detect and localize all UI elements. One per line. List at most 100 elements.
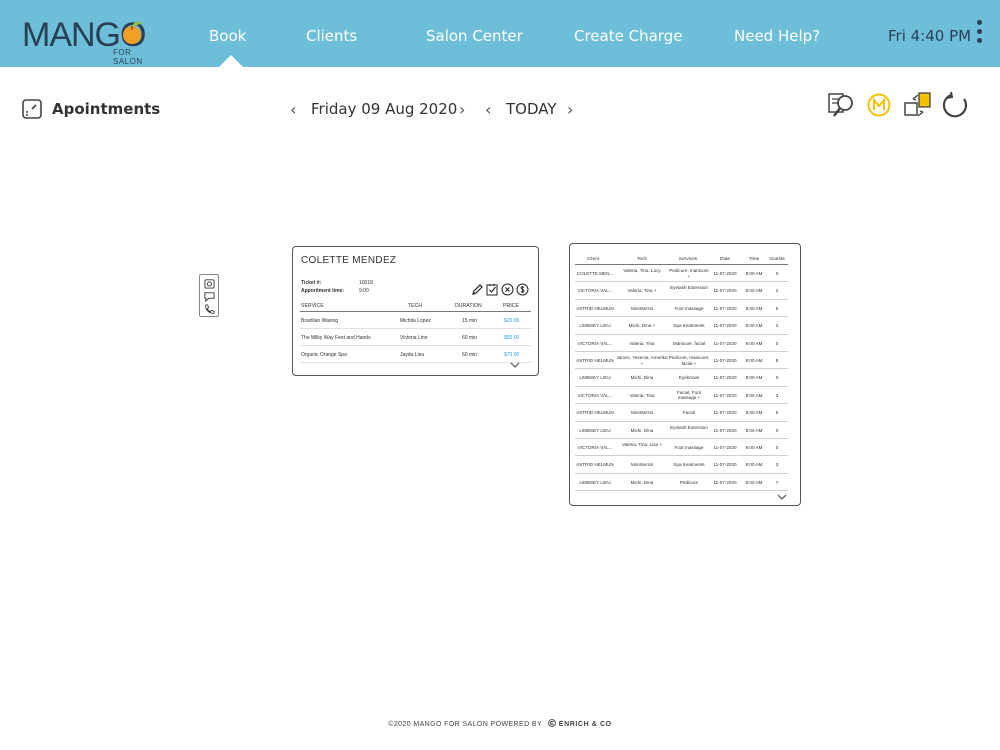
appointment-row[interactable]: COLETTE MEN... Valeria, Tina, Lucy Pedicur… xyxy=(575,265,788,283)
appointment-services: Pedicure, manicure + xyxy=(669,268,709,279)
next-day-chevron-icon[interactable]: › xyxy=(459,100,465,119)
more-menu-icon[interactable] xyxy=(975,20,983,48)
today-prev-chevron-icon[interactable]: ‹ xyxy=(485,100,491,119)
active-nav-indicator xyxy=(219,55,243,67)
appointment-tech: Montserrat xyxy=(631,410,653,416)
page-title: Apointments xyxy=(52,100,161,118)
appointment-date: 11-07-2020 xyxy=(713,445,737,450)
appointment-guests: 0 xyxy=(775,375,779,381)
appointment-client: LIMBSEY LIEU xyxy=(579,427,611,433)
mango-logo[interactable]: MANGO FOR SALON xyxy=(22,12,152,66)
appointment-tech: Valeria, Tina xyxy=(629,340,655,346)
appointment-services: Pedicure, manicure, facial + xyxy=(668,355,710,366)
appointment-client: ASTRID HELMUN xyxy=(576,305,614,311)
service-tech: Jayda Lieu xyxy=(400,352,425,358)
service-duration: 60 min xyxy=(462,352,478,358)
checkin-calendar-icon[interactable] xyxy=(486,283,499,296)
calendar-clock-icon xyxy=(22,99,42,119)
service-name: Brazilian Waxing xyxy=(301,318,339,324)
service-row[interactable]: Brazilian Waxing Michita Lopez 15 min $2… xyxy=(300,312,531,329)
nav-salon-center[interactable]: Salon Center xyxy=(426,27,523,47)
current-date: Friday 09 Aug 2020 xyxy=(311,100,458,118)
appointment-time: 9:00 AM xyxy=(745,427,763,433)
nav-clients[interactable]: Clients xyxy=(306,27,357,47)
today-button[interactable]: TODAY xyxy=(506,100,557,118)
appointment-guests: 7 xyxy=(775,479,779,485)
service-row[interactable]: Organic Orange Spa Jayda Lieu 60 min $70… xyxy=(300,346,531,363)
service-price: $20.00 xyxy=(504,318,520,324)
appointment-time: 9:00 AM xyxy=(745,375,763,381)
appointment-date: 11-07-2020 xyxy=(713,271,737,276)
service-duration: 60 min xyxy=(462,335,478,341)
appointment-services: Foot massage xyxy=(674,305,704,311)
nav-book[interactable]: Book xyxy=(209,27,246,47)
appointment-tech: Montserrat xyxy=(631,305,653,311)
appointment-guests: 5 xyxy=(775,410,779,416)
appointment-date: 11-07-2020 xyxy=(713,358,737,363)
search-client-icon[interactable] xyxy=(828,91,856,119)
footer: ©2020 MANGO FOR SALON POWERED BY ENRICH … xyxy=(0,719,1000,728)
appointment-time: Apporitment time: 9:00 xyxy=(301,288,369,294)
appointment-client: LIMBSEY LIEU xyxy=(579,323,611,329)
appointment-row[interactable]: VICTORIA VAL... Valeria, Tina + Eyelash Ex… xyxy=(575,282,788,300)
appointment-tech: Michi, Dina + xyxy=(628,323,656,329)
appointment-row[interactable]: ASTRID HELMUN Montserrat Facial 11-07-2020 9… xyxy=(575,404,788,422)
appointment-tech: Valeria, Tina xyxy=(629,392,655,398)
appointment-guests: 2 xyxy=(775,288,779,294)
edit-pencil-icon[interactable] xyxy=(471,283,484,296)
service-name: Organic Orange Spa xyxy=(301,352,347,358)
services-table-header: SERVICE TECH DURATION PRICE xyxy=(300,300,531,312)
appointment-time: 9:00 AM xyxy=(745,305,763,311)
camera-icon[interactable] xyxy=(204,278,215,289)
appointment-date: 11-07-2020 xyxy=(713,323,737,329)
appointment-row[interactable]: ASTRID HELMUN Montserrat Foot massage 11-07… xyxy=(575,300,788,318)
client-ticket-card[interactable]: COLETTE MENDEZ Ticket #: 10018 Apporitmen… xyxy=(292,246,539,376)
appointment-row[interactable]: VICTORIA VAL... Valeria, Tina, Lisa + Foot… xyxy=(575,439,788,457)
appointment-row[interactable]: VICTORIA VAL... Valeria, Tina Manicure, fa… xyxy=(575,335,788,352)
prev-day-chevron-icon[interactable]: ‹ xyxy=(290,100,296,119)
today-next-chevron-icon[interactable]: › xyxy=(567,100,573,119)
appointment-tech: Valeria, Tina, Lisa + xyxy=(621,442,663,447)
appointment-row[interactable]: LIMBSEY LIEU Michi, Dina Eyelash Extension… xyxy=(575,422,788,439)
transfer-icon[interactable] xyxy=(904,91,932,119)
appointments-table: Client Tech Services Date Time Guests CO… xyxy=(569,243,801,506)
service-row[interactable]: The Milky Way Feet and Hands Victoria Li… xyxy=(300,329,531,346)
nav-create-charge[interactable]: Create Charge xyxy=(574,27,682,47)
appointment-row[interactable]: LIMBSEY LIEU Michi, Dina + Spa treatments 1… xyxy=(575,317,788,335)
appointment-row[interactable]: VICTORIA VAL... Valeria, Tina Facial, Foot… xyxy=(575,387,788,405)
mango-coin-icon[interactable] xyxy=(866,91,894,119)
appointment-row[interactable]: ASTRID HELMUN Janice, Yesenia, Amerika + P… xyxy=(575,352,788,370)
enrich-co-logo[interactable]: ENRICH & CO xyxy=(548,719,611,728)
cancel-circle-icon[interactable] xyxy=(501,283,514,296)
appointment-row[interactable]: ASTRID HELMUN Montserrat Spa treatments 11-… xyxy=(575,456,788,474)
appointment-services: Pedicure xyxy=(679,479,699,485)
expand-chevron-down-icon[interactable] xyxy=(510,362,520,369)
appointment-date: 11-07-2020 xyxy=(713,410,737,416)
appointment-time: 9:00 AM xyxy=(745,271,763,276)
appointment-date: 11-07-2020 xyxy=(713,462,737,468)
appointment-tech: Montserrat xyxy=(631,462,653,468)
appointment-services: Manicure, facial xyxy=(672,340,706,346)
appointment-client: LIMBSEY LIEU xyxy=(579,375,611,381)
appointment-tech: Michi, Dina xyxy=(630,479,654,485)
service-price: $50.00 xyxy=(504,335,520,341)
appointments-table-header: Client Tech Services Date Time Guests xyxy=(575,255,788,265)
service-tech: Victoria Linn xyxy=(400,335,428,341)
nav-need-help[interactable]: Need Help? xyxy=(734,27,820,47)
appointment-time: 9:00 AM xyxy=(745,479,763,485)
service-tech: Michita Lopez xyxy=(400,318,431,324)
appointment-time: 9:00 AM xyxy=(745,445,763,450)
appointment-date: 11-07-2020 xyxy=(713,479,737,485)
charge-dollar-icon[interactable] xyxy=(516,283,529,296)
expand-chevron-down-icon[interactable] xyxy=(777,494,787,501)
phone-icon[interactable] xyxy=(204,304,215,315)
appointment-row[interactable]: LIMBSEY LIEU Michi, Dina Pedicure 11-07-202… xyxy=(575,474,788,492)
service-name: The Milky Way Feet and Hands xyxy=(301,335,371,341)
appointment-date: 11-07-2020 xyxy=(713,305,737,311)
appointment-date: 11-07-2020 xyxy=(713,340,737,346)
message-icon[interactable] xyxy=(204,291,215,302)
card-actions xyxy=(471,283,533,297)
appointment-guests: 5 xyxy=(775,305,779,311)
refresh-icon[interactable] xyxy=(942,91,970,119)
appointment-row[interactable]: LIMBSEY LIEU Michi, Dina Eyebrows 11-07-202… xyxy=(575,369,788,387)
